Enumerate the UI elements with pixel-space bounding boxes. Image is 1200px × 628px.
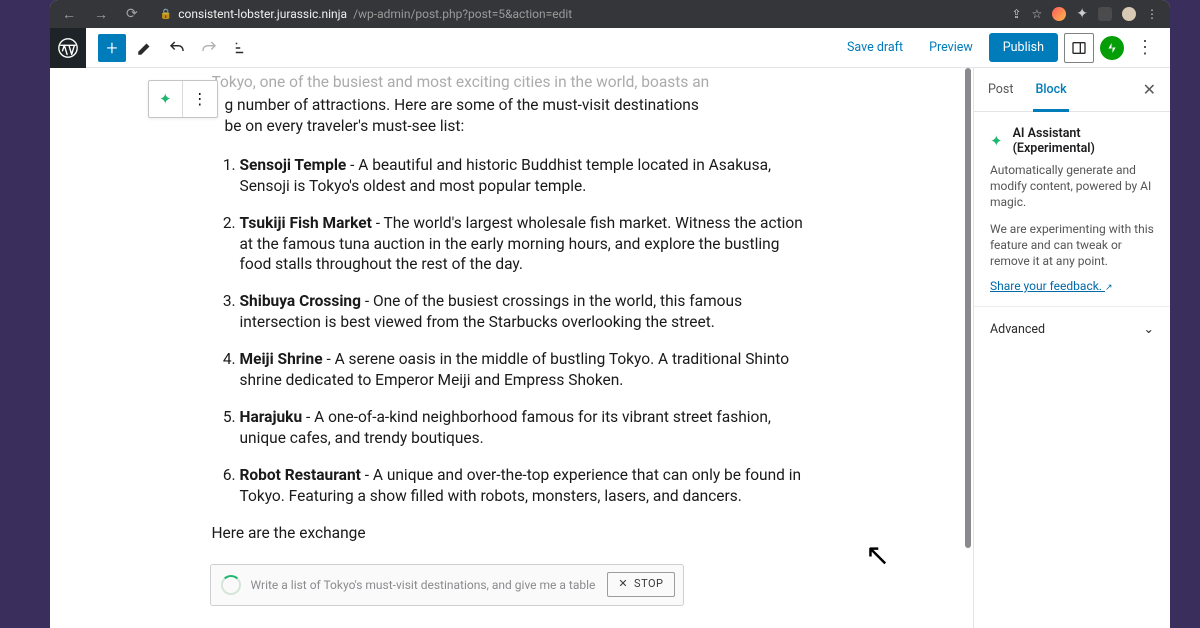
save-draft-button[interactable]: Save draft [837,34,913,61]
paragraph-text[interactable]: be on every traveler's must-see list: [225,116,812,137]
extension-icon[interactable] [1052,7,1066,21]
url-input[interactable]: 🔒 consistent-lobster.jurassic.ninja/wp-a… [152,7,1002,21]
panel-title: AI Assistant (Experimental) [1013,126,1154,156]
forward-icon[interactable]: → [90,6,112,23]
advanced-panel-toggle[interactable]: Advanced ⌄ [974,307,1170,351]
list-view-icon[interactable] [228,35,254,61]
back-icon[interactable]: ← [58,6,80,23]
extension-icon[interactable] [1098,7,1112,21]
share-icon[interactable]: ⇪ [1011,7,1021,21]
ai-block-icon[interactable]: ✦ [149,81,183,117]
external-link-icon: ↗ [1105,283,1113,293]
list-item[interactable]: Shibuya Crossing - One of the busiest cr… [240,291,812,333]
advanced-label: Advanced [990,322,1045,337]
close-icon: ✕ [618,577,628,592]
panel-note: We are experimenting with this feature a… [990,221,1154,270]
redo-icon[interactable] [196,35,222,61]
add-block-button[interactable]: + [98,34,126,62]
preview-button[interactable]: Preview [919,34,983,61]
edit-icon[interactable] [132,35,158,61]
settings-sidebar: Post Block ✕ ✦ AI Assistant (Experimenta… [973,68,1170,628]
ai-icon: ✦ [990,132,1003,150]
destination-title: Tsukiji Fish Market [240,214,372,232]
destination-title: Shibuya Crossing [240,292,361,310]
feedback-link[interactable]: Share your feedback. ↗ [990,279,1113,293]
lock-icon: 🔒 [160,9,172,20]
list-item[interactable]: Sensoji Temple - A beautiful and histori… [240,155,812,197]
destination-title: Robot Restaurant [240,466,361,484]
url-host: consistent-lobster.jurassic.ninja [178,7,347,21]
extension-tray: ⇪ ☆ ✦ ⋮ [1011,6,1162,22]
block-more-icon[interactable]: ⋮ [182,81,217,117]
destination-title: Meiji Shrine [240,350,323,368]
chevron-down-icon: ⌄ [1144,321,1154,337]
destination-list[interactable]: Sensoji Temple - A beautiful and histori… [212,155,812,507]
stop-button[interactable]: ✕ STOP [607,572,674,597]
wordpress-logo-icon[interactable] [50,28,86,68]
editor-canvas[interactable]: Tokyo, one of the busiest and most excit… [50,68,973,628]
destination-title: Harajuku [240,408,303,426]
jetpack-icon[interactable] [1100,36,1124,60]
stop-label: STOP [634,577,663,592]
options-kebab-icon[interactable]: ⋮ [1130,37,1160,58]
paragraph-text[interactable]: g number of attractions. Here are some o… [225,95,812,116]
editor-top-toolbar: + Save draft Preview Publish ⋮ [50,28,1170,68]
block-toolbar: ✦ ⋮ [148,80,218,118]
browser-address-bar: ← → ⟳ 🔒 consistent-lobster.jurassic.ninj… [50,0,1170,28]
kebab-icon[interactable]: ⋮ [1146,7,1158,21]
url-path: /wp-admin/post.php?post=5&action=edit [353,7,572,21]
paragraph-text[interactable]: Tokyo, one of the busiest and most excit… [212,72,812,93]
reload-icon[interactable]: ⟳ [122,6,142,22]
destination-desc: - A serene oasis in the middle of bustli… [240,350,790,389]
tab-post[interactable]: Post [988,82,1013,97]
publish-button[interactable]: Publish [989,33,1058,62]
list-item[interactable]: Tsukiji Fish Market - The world's larges… [240,213,812,276]
settings-sidebar-toggle[interactable] [1064,33,1094,63]
list-item[interactable]: Harajuku - A one-of-a-kind neighborhood … [240,407,812,449]
list-item[interactable]: Meiji Shrine - A serene oasis in the mid… [240,349,812,391]
undo-icon[interactable] [164,35,190,61]
panel-description: Automatically generate and modify conten… [990,162,1154,211]
profile-avatar[interactable] [1122,7,1136,21]
paragraph-text[interactable]: Here are the exchange [212,523,812,544]
star-icon[interactable]: ☆ [1032,7,1043,21]
scrollbar[interactable] [965,68,971,548]
ai-assistant-input[interactable]: Write a list of Tokyo's must-visit desti… [210,564,684,606]
spinner-icon [221,575,241,595]
ai-prompt-text: Write a list of Tokyo's must-visit desti… [251,577,598,593]
list-item[interactable]: Robot Restaurant - A unique and over-the… [240,465,812,507]
browser-window: ← → ⟳ 🔒 consistent-lobster.jurassic.ninj… [50,0,1170,628]
destination-desc: - A one-of-a-kind neighborhood famous fo… [240,408,771,447]
puzzle-icon[interactable]: ✦ [1076,6,1088,22]
tab-block[interactable]: Block [1035,82,1066,97]
destination-title: Sensoji Temple [240,156,347,174]
close-icon[interactable]: ✕ [1143,80,1156,99]
